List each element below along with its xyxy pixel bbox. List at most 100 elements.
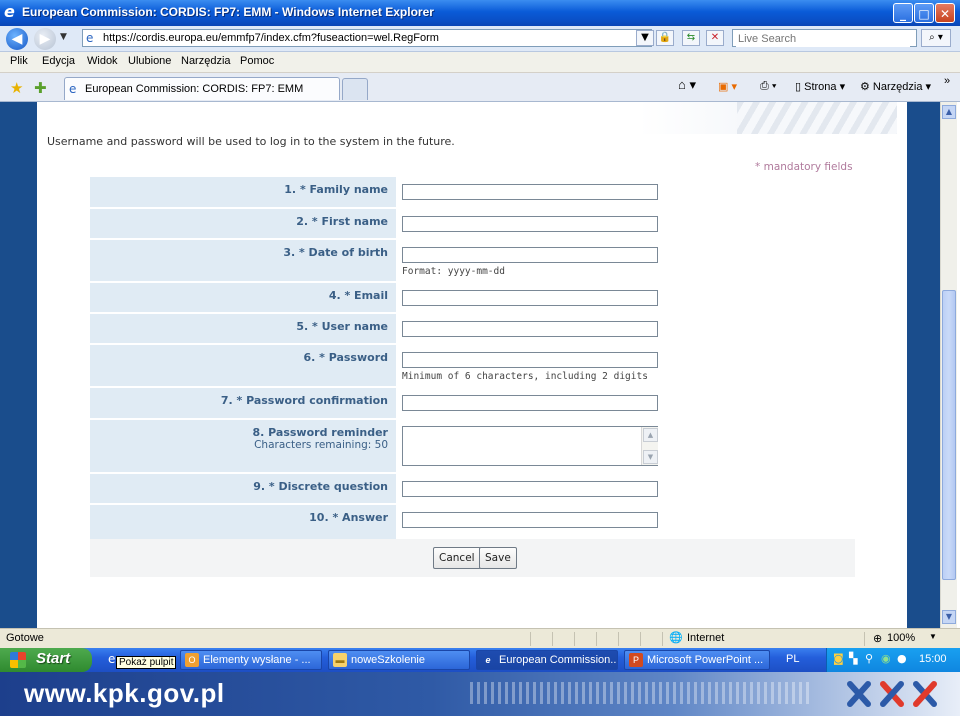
password-input[interactable] (402, 352, 658, 368)
zoom-icon: ⊕ (873, 633, 883, 645)
scroll-up-icon[interactable]: ▲ (942, 105, 956, 119)
label-cell: 10. * Answer (90, 505, 396, 539)
status-bar: Gotowe 🌐 Internet ⊕ 100% ▼ (0, 628, 960, 649)
maximize-button[interactable]: □ (914, 3, 934, 23)
footer-site: www.kpk.gov.pl (24, 678, 225, 708)
form-row-password: 6. * Password Minimum of 6 characters, i… (90, 345, 855, 388)
menu-file[interactable]: Plik (10, 55, 28, 67)
task-label: Elementy wysłane - ... (203, 654, 311, 666)
label-cell: 2. * First name (90, 209, 396, 240)
refresh-icon[interactable]: ⇆ (682, 30, 700, 46)
input-cell (396, 474, 855, 505)
quick-launch-ie-icon[interactable]: e (108, 652, 115, 666)
menu-edit[interactable]: Edycja (42, 55, 75, 67)
scroll-up-icon[interactable]: ▲ (643, 428, 658, 442)
input-cell (396, 177, 855, 209)
page-menu-label: Strona (804, 81, 837, 93)
input-cell (396, 314, 855, 345)
task-label: Microsoft PowerPoint ... (647, 654, 764, 666)
email-input[interactable] (402, 290, 658, 306)
intro-text: Username and password will be used to lo… (47, 135, 455, 148)
windows-logo-icon (10, 652, 26, 668)
save-button[interactable]: Save (479, 547, 517, 569)
label-cell: 3. * Date of birth (90, 240, 396, 283)
zoom-control[interactable]: ⊕ 100% ▼ (864, 632, 959, 646)
tools-menu[interactable]: ⚙ Narzędzia ▾ (860, 80, 931, 93)
new-tab-button[interactable] (342, 78, 368, 100)
search-input[interactable] (736, 31, 910, 47)
search-field[interactable] (732, 29, 917, 47)
address-toolbar: ◀ ▶ ▼ e https://cordis.europa.eu/emmfp7/… (0, 26, 960, 52)
search-icon[interactable]: ⌕ ▾ (921, 29, 951, 47)
close-button[interactable]: ✕ (935, 3, 955, 23)
minimize-button[interactable]: _ (893, 3, 913, 23)
taskbar-item-ie[interactable]: e European Commission... (476, 650, 618, 670)
stop-icon[interactable]: ✕ (706, 30, 724, 46)
back-button[interactable]: ◀ (6, 28, 28, 50)
label-cell: 8. Password reminder Characters remainin… (90, 420, 396, 474)
password-confirmation-input[interactable] (402, 395, 658, 411)
field-label: 9. * Discrete question (253, 480, 388, 493)
textarea-scrollbar[interactable]: ▲ ▼ (641, 427, 658, 465)
date-format-hint: Format: yyyy-mm-dd (402, 266, 505, 277)
taskbar-item-folder[interactable]: ▬ noweSzkolenie (328, 650, 470, 670)
status-divider (618, 632, 639, 646)
scrollbar-thumb[interactable] (942, 290, 956, 580)
language-indicator[interactable]: PL (786, 653, 799, 665)
tools-menu-label: Narzędzia (872, 81, 923, 93)
page-scrollbar[interactable]: ▲ ▼ (940, 102, 957, 628)
history-dropdown-icon[interactable]: ▼ (60, 32, 67, 42)
menu-help[interactable]: Pomoc (240, 55, 274, 67)
page-menu[interactable]: ▯ Strona ▾ (795, 80, 845, 93)
tray-icon[interactable]: ◉ (881, 652, 891, 665)
field-label: 10. * Answer (309, 511, 388, 524)
registration-form: 1. * Family name 2. * First name 3. * Da… (90, 177, 855, 577)
menu-view[interactable]: Widok (87, 55, 118, 67)
label-cell: 5. * User name (90, 314, 396, 345)
form-row-password-confirmation: 7. * Password confirmation (90, 388, 855, 420)
browser-viewport: Username and password will be used to lo… (0, 102, 940, 628)
label-cell: 6. * Password (90, 345, 396, 388)
kpk-logo-icon (847, 681, 937, 707)
powerpoint-icon: P (629, 653, 643, 667)
date-of-birth-input[interactable] (402, 247, 658, 263)
characters-remaining: Characters remaining: 50 (254, 439, 388, 451)
family-name-input[interactable] (402, 184, 658, 200)
print-icon[interactable]: ⎙ ▾ (760, 80, 776, 93)
tray-icon[interactable]: ⚲ (865, 652, 873, 665)
task-label: noweSzkolenie (351, 654, 425, 666)
field-label: 1. * Family name (284, 183, 388, 196)
first-name-input[interactable] (402, 216, 658, 232)
chevron-more-icon[interactable]: » (944, 75, 950, 87)
lock-icon[interactable]: 🔒 (656, 30, 674, 46)
menu-favorites[interactable]: Ulubione (128, 55, 171, 67)
window-titlebar[interactable]: e European Commission: CORDIS: FP7: EMM … (0, 0, 960, 26)
network-icon[interactable]: ▚ (849, 652, 857, 665)
form-buttons: Cancel Save (90, 539, 855, 577)
taskbar-item-outlook[interactable]: O Elementy wysłane - ... (180, 650, 322, 670)
cancel-button[interactable]: Cancel (433, 547, 481, 569)
start-button[interactable]: Start (0, 648, 92, 672)
tab-active[interactable]: e European Commission: CORDIS: FP7: EMM (64, 77, 340, 100)
tray-icon[interactable]: ● (897, 652, 907, 665)
menu-bar: Plik Edycja Widok Ulubione Narzędzia Pom… (0, 52, 960, 73)
favorites-star-icon[interactable]: ★ (10, 79, 23, 97)
zoom-level: 100% (887, 632, 916, 644)
scroll-down-icon[interactable]: ▼ (643, 450, 658, 464)
feeds-icon[interactable]: ▣ ▾ (718, 80, 737, 93)
menu-tools[interactable]: Narzędzia (181, 55, 231, 67)
user-name-input[interactable] (402, 321, 658, 337)
system-tray: ◙ ▚ ⚲ ◉ ● 15:00 (826, 648, 960, 672)
taskbar-item-powerpoint[interactable]: P Microsoft PowerPoint ... (624, 650, 770, 670)
discrete-question-input[interactable] (402, 481, 658, 497)
address-dropdown-icon[interactable]: ▼ (636, 30, 654, 46)
forward-button[interactable]: ▶ (34, 28, 56, 50)
home-icon[interactable]: ⌂ ▾ (678, 77, 696, 93)
answer-input[interactable] (402, 512, 658, 528)
add-favorite-icon[interactable]: ✚ (34, 79, 47, 97)
form-row-family-name: 1. * Family name (90, 177, 855, 209)
tray-app-icon[interactable]: ◙ (833, 652, 844, 665)
scroll-down-icon[interactable]: ▼ (942, 610, 956, 624)
address-field[interactable]: e https://cordis.europa.eu/emmfp7/index.… (82, 29, 652, 47)
password-reminder-textarea[interactable] (402, 426, 658, 466)
